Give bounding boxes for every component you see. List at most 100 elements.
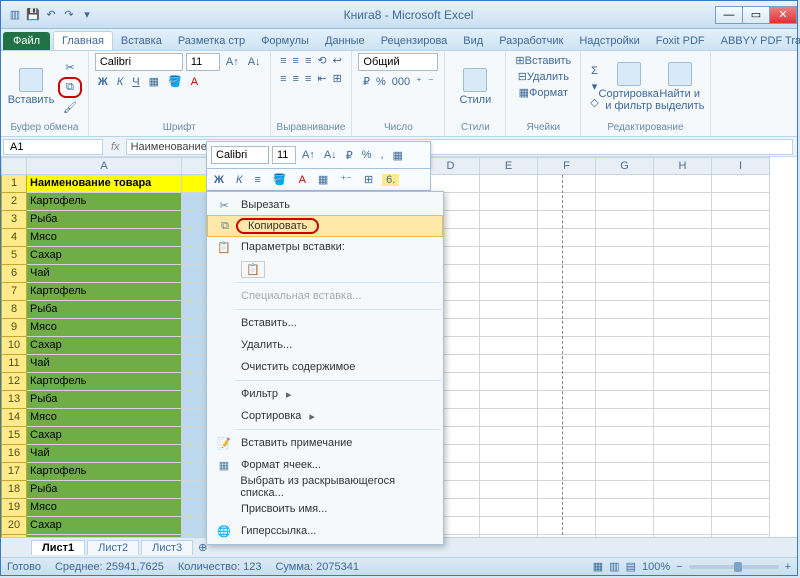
fill-color-icon[interactable]: 🪣	[165, 74, 185, 89]
view-layout-icon[interactable]: ▥	[609, 560, 619, 573]
cell[interactable]: Картофель	[27, 283, 182, 301]
currency-icon[interactable]: ₽	[360, 74, 373, 89]
italic-button[interactable]: К	[114, 74, 126, 89]
row-header[interactable]: 9	[1, 319, 27, 337]
cell[interactable]: Сахар	[27, 427, 182, 445]
tab-data[interactable]: Данные	[317, 32, 373, 50]
tab-abbyy[interactable]: ABBYY PDF Tra	[713, 32, 800, 50]
cell[interactable]: Наименование товара	[27, 175, 182, 193]
zoom-in-icon[interactable]: +	[785, 561, 791, 573]
undo-icon[interactable]: ↶	[43, 7, 59, 23]
mini-grow-icon[interactable]: A↑	[299, 148, 318, 162]
row-header[interactable]: 6	[1, 265, 27, 283]
menu-copy[interactable]: ⧉Копировать	[207, 215, 443, 237]
row-header[interactable]: 12	[1, 373, 27, 391]
row-header[interactable]: 20	[1, 517, 27, 535]
mini-merge-icon[interactable]: ⊞	[361, 172, 376, 187]
row-header[interactable]: 18	[1, 481, 27, 499]
indent-dec-icon[interactable]: ⇤	[314, 71, 329, 86]
tab-view[interactable]: Вид	[455, 32, 491, 50]
col-header-f[interactable]: F	[538, 157, 596, 175]
row-header[interactable]: 4	[1, 229, 27, 247]
row-header[interactable]: 16	[1, 445, 27, 463]
mini-border2-icon[interactable]: ▦	[315, 172, 331, 187]
font-size-combo[interactable]: 11	[186, 53, 220, 71]
row-header[interactable]: 17	[1, 463, 27, 481]
mini-bold[interactable]: Ж	[211, 173, 227, 187]
row-header[interactable]: 10	[1, 337, 27, 355]
cell[interactable]: Картофель	[27, 373, 182, 391]
cell[interactable]: Мясо	[27, 319, 182, 337]
cell[interactable]: Рыба	[27, 301, 182, 319]
view-normal-icon[interactable]: ▦	[593, 560, 603, 573]
delete-cells-button[interactable]: ⊟ Удалить	[515, 69, 572, 84]
cell[interactable]: Сахар	[27, 337, 182, 355]
dec-decimal-icon[interactable]: ⁻	[425, 74, 437, 89]
name-box[interactable]: A1	[3, 139, 103, 155]
insert-cells-button[interactable]: ⊞ Вставить	[512, 53, 574, 68]
fx-icon[interactable]: fx	[105, 141, 126, 153]
mini-currency-icon[interactable]: ₽	[343, 148, 356, 163]
minimize-button[interactable]: —	[715, 6, 743, 24]
cell[interactable]: Мясо	[27, 229, 182, 247]
menu-filter[interactable]: Фильтр▸	[207, 383, 443, 405]
font-color-icon[interactable]: A	[188, 74, 201, 89]
mini-fontcolor-icon[interactable]: A	[296, 173, 309, 187]
row-header[interactable]: 14	[1, 409, 27, 427]
maximize-button[interactable]: ▭	[742, 6, 770, 24]
sheet-tab[interactable]: Лист1	[31, 540, 85, 555]
zoom-out-icon[interactable]: −	[676, 561, 682, 573]
cell[interactable]: Мясо	[27, 409, 182, 427]
menu-format-cells[interactable]: ▦Формат ячеек...	[207, 454, 443, 476]
zoom-level[interactable]: 100%	[642, 561, 670, 573]
menu-pick-list[interactable]: Выбрать из раскрывающегося списка...	[207, 476, 443, 498]
cell[interactable]: Картофель	[27, 463, 182, 481]
menu-define-name[interactable]: Присвоить имя...	[207, 498, 443, 520]
menu-cut[interactable]: ✂Вырезать	[207, 194, 443, 216]
font-name-combo[interactable]: Calibri	[95, 53, 183, 71]
row-header[interactable]: 5	[1, 247, 27, 265]
col-header-h[interactable]: H	[654, 157, 712, 175]
col-header-a[interactable]: A	[27, 157, 182, 175]
merge-icon[interactable]: ⊞	[330, 71, 345, 86]
paste-option-icon[interactable]: 📋	[241, 261, 265, 278]
row-header[interactable]: 11	[1, 355, 27, 373]
tab-developer[interactable]: Разработчик	[491, 32, 571, 50]
cell[interactable]: Чай	[27, 265, 182, 283]
mini-dec-icon[interactable]: ⁺⁻	[337, 172, 355, 187]
mini-italic[interactable]: К	[233, 173, 245, 187]
mini-b6[interactable]: 6.	[382, 174, 399, 186]
cell[interactable]: Рыба	[27, 481, 182, 499]
row-header[interactable]: 3	[1, 211, 27, 229]
shrink-font-icon[interactable]: A↓	[245, 53, 264, 71]
inc-decimal-icon[interactable]: ⁺	[413, 74, 425, 89]
col-header-e[interactable]: E	[480, 157, 538, 175]
zoom-thumb[interactable]	[734, 562, 742, 572]
mini-shrink-icon[interactable]: A↓	[321, 148, 340, 162]
view-break-icon[interactable]: ▤	[626, 560, 636, 573]
sheet-tab[interactable]: Лист3	[141, 540, 193, 555]
mini-comma-icon[interactable]: ,	[377, 148, 386, 162]
paste-button[interactable]: Вставить	[7, 66, 55, 108]
redo-icon[interactable]: ↷	[61, 7, 77, 23]
row-header[interactable]: 1	[1, 175, 27, 193]
cell[interactable]: Чай	[27, 355, 182, 373]
find-select-button[interactable]: Найти и выделить	[656, 60, 704, 114]
cut-icon[interactable]: ✂	[58, 60, 82, 75]
format-cells-button[interactable]: ▦ Формат	[516, 85, 571, 100]
align-top-icon[interactable]: ≡	[277, 54, 289, 68]
styles-button[interactable]: Стили	[451, 66, 499, 108]
mini-percent-icon[interactable]: %	[359, 148, 375, 162]
row-header[interactable]: 15	[1, 427, 27, 445]
autosum-icon[interactable]: Σ	[587, 64, 601, 78]
tab-review[interactable]: Рецензирова	[373, 32, 456, 50]
sheet-tab[interactable]: Лист2	[87, 540, 139, 555]
number-format-combo[interactable]: Общий	[358, 53, 438, 71]
align-right-icon[interactable]: ≡	[302, 72, 314, 86]
cell[interactable]: Чай	[27, 445, 182, 463]
menu-sort[interactable]: Сортировка▸	[207, 405, 443, 427]
tab-formulas[interactable]: Формулы	[253, 32, 317, 50]
mini-fill-icon[interactable]: 🪣	[270, 172, 290, 187]
col-header-g[interactable]: G	[596, 157, 654, 175]
align-mid-icon[interactable]: ≡	[290, 54, 302, 68]
